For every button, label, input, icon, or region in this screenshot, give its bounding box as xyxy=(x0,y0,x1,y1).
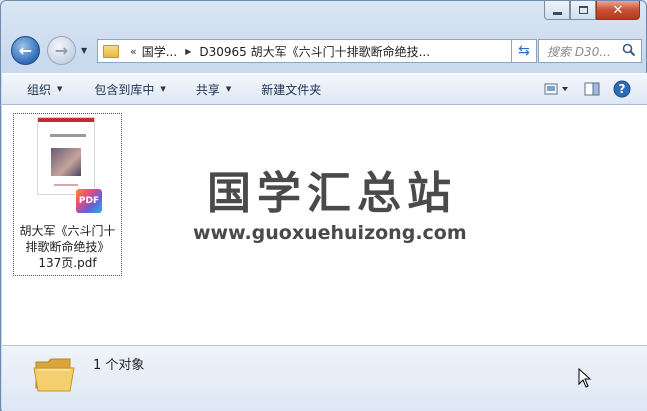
forward-button[interactable]: → xyxy=(47,36,76,65)
thumbnail-footer-line xyxy=(54,184,78,186)
maximize-button[interactable] xyxy=(570,1,596,20)
breadcrumb-parent[interactable]: 国学... xyxy=(142,43,177,60)
new-folder-button[interactable]: 新建文件夹 xyxy=(243,73,333,105)
close-button[interactable]: ✕ xyxy=(596,1,640,20)
chevron-down-icon: ▼ xyxy=(57,85,63,93)
preview-pane-icon xyxy=(584,82,600,96)
thumbnail-header-bar xyxy=(38,118,94,122)
search-icon xyxy=(622,43,636,57)
share-menu[interactable]: 共享 ▼ xyxy=(178,73,243,105)
refresh-icon: ⇆ xyxy=(518,43,530,59)
breadcrumb-separator-icon[interactable]: ▶ xyxy=(185,47,191,56)
minimize-button[interactable] xyxy=(544,1,570,20)
folder-icon xyxy=(33,358,75,392)
view-controls: ? xyxy=(537,73,647,105)
help-button[interactable]: ? xyxy=(607,73,637,105)
help-icon: ? xyxy=(613,80,631,98)
close-icon: ✕ xyxy=(612,2,624,18)
command-bar: 组织 ▼ 包含到库中 ▼ 共享 ▼ 新建文件夹 ? xyxy=(2,73,647,105)
file-name-label: 胡大军《六斗门十 排歌断命绝技》 137页.pdf xyxy=(14,223,121,271)
view-options-icon xyxy=(544,83,568,95)
arrow-right-icon: → xyxy=(54,40,69,60)
navigation-bar: ← → ▼ « 国学... ▶ D30965 胡大军《六斗门十排歌断命绝技...… xyxy=(9,35,642,67)
maximize-icon xyxy=(578,6,588,14)
thumbnail-photo xyxy=(51,148,81,176)
chevron-down-icon: ▼ xyxy=(225,85,232,93)
organize-label: 组织 xyxy=(27,82,52,97)
file-name-line: 137页.pdf xyxy=(38,256,97,270)
pdf-icon: PDF xyxy=(76,189,102,213)
change-view-button[interactable] xyxy=(537,73,577,105)
search-placeholder: 搜索 D30... xyxy=(547,44,611,59)
pdf-thumbnail xyxy=(38,118,94,194)
minimize-icon xyxy=(552,11,562,15)
recent-pages-dropdown[interactable]: ▼ xyxy=(81,46,87,55)
share-label: 共享 xyxy=(195,82,220,97)
file-list-area[interactable]: PDF 胡大军《六斗门十 排歌断命绝技》 137页.pdf 国学汇总站 www.… xyxy=(2,105,647,345)
back-button[interactable]: ← xyxy=(11,36,40,65)
include-library-menu[interactable]: 包含到库中 ▼ xyxy=(74,73,177,105)
breadcrumb-current[interactable]: D30965 胡大军《六斗门十排歌断命绝技... xyxy=(199,43,430,60)
chevron-down-icon: ▼ xyxy=(160,85,166,93)
explorer-window: ✕ ← → ▼ « 国学... ▶ D30965 胡大军《六斗门十排歌断命绝技.… xyxy=(0,0,647,411)
watermark-url: www.guoxuehuizong.com xyxy=(193,222,467,244)
preview-pane-button[interactable] xyxy=(577,73,607,105)
watermark-title: 国学汇总站 xyxy=(207,168,457,219)
overflow-chevron[interactable]: « xyxy=(130,45,137,58)
file-item-pdf[interactable]: PDF 胡大军《六斗门十 排歌断命绝技》 137页.pdf xyxy=(13,113,122,276)
folder-icon xyxy=(103,44,119,58)
caption-buttons: ✕ xyxy=(544,1,640,20)
file-name-line: 排歌断命绝技》 xyxy=(25,240,110,254)
refresh-button[interactable]: ⇆ xyxy=(511,39,537,63)
details-pane: 1 个对象 xyxy=(2,345,647,411)
file-name-line: 胡大军《六斗门十 xyxy=(19,224,116,238)
address-bar[interactable]: « 国学... ▶ D30965 胡大军《六斗门十排歌断命绝技... ▼ xyxy=(97,39,533,63)
new-folder-label: 新建文件夹 xyxy=(261,82,322,97)
svg-text:?: ? xyxy=(619,82,626,96)
include-library-label: 包含到库中 xyxy=(94,82,155,97)
organize-menu[interactable]: 组织 ▼ xyxy=(2,73,74,105)
thumbnail-title-line xyxy=(50,134,86,137)
item-count: 1 个对象 xyxy=(93,358,145,373)
arrow-left-icon: ← xyxy=(18,40,33,60)
mouse-cursor-icon xyxy=(578,368,592,388)
search-input[interactable]: 搜索 D30... xyxy=(538,39,642,63)
